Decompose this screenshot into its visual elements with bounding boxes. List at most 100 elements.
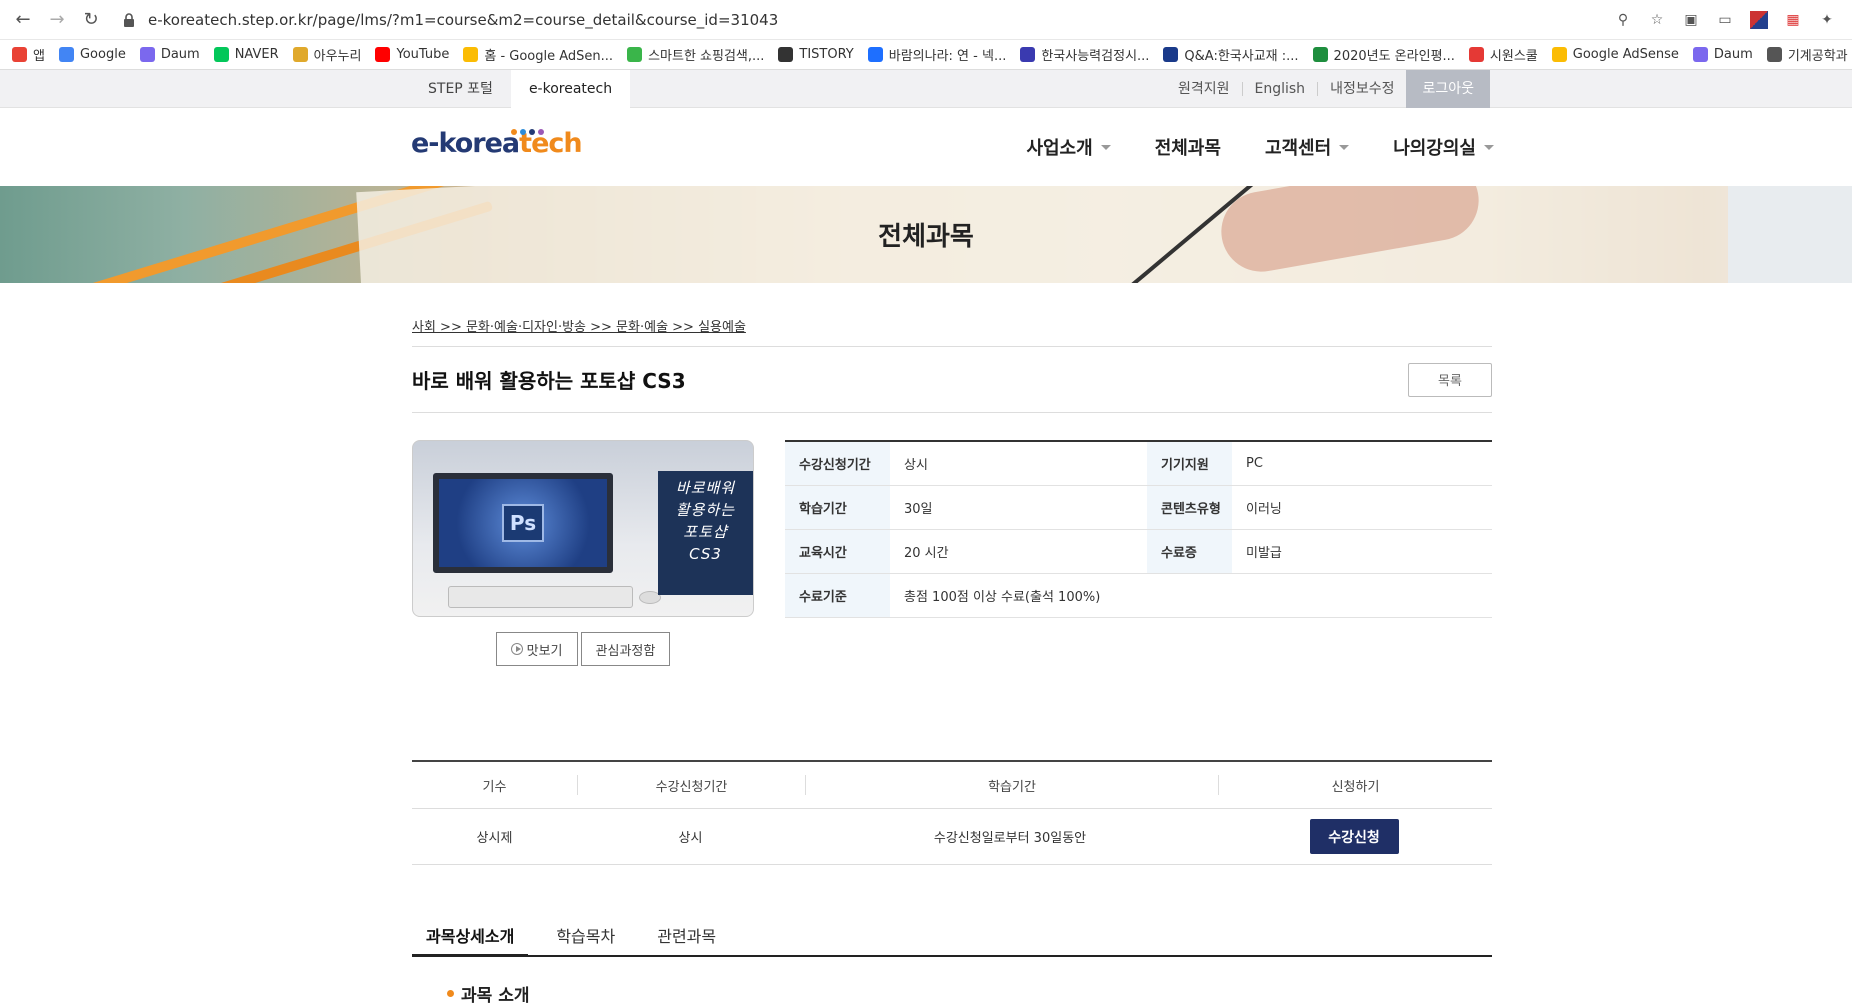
bookmark-label: Google (79, 47, 126, 62)
bookmark-item[interactable]: 기계공학과 (1766, 45, 1848, 64)
bookmark-item[interactable]: 바람의나라: 연 - 넥... (867, 45, 1006, 64)
bookmark-favicon-icon (463, 47, 479, 62)
course-thumbnail: Ps 바로배워 활용하는 포토샵 CS3 (412, 440, 754, 617)
address-bar[interactable]: e-koreatech.step.or.kr/page/lms/?m1=cour… (112, 5, 1614, 35)
nav-all-courses[interactable]: 전체과목 (1155, 134, 1221, 160)
logout-button[interactable]: 로그아웃 (1406, 70, 1490, 108)
tab-course-detail[interactable]: 과목상세소개 (412, 919, 529, 957)
page-banner: 전체과목 (0, 186, 1852, 283)
tab-related-courses[interactable]: 관련과목 (643, 919, 730, 955)
bookmark-item[interactable]: 시원스쿨 (1468, 45, 1538, 64)
study-period-cell: 수강신청일로부터 30일동안 (933, 831, 1087, 846)
bookmark-favicon-icon (12, 47, 27, 62)
bookmark-item[interactable]: 2020년도 온라인평... (1312, 45, 1455, 64)
monitor-image: Ps (433, 473, 613, 573)
apply-button[interactable]: 수강신청 (1309, 819, 1399, 854)
info-value: PC (1246, 456, 1263, 471)
bookmark-label: 한국사능력검정시... (1041, 49, 1150, 64)
bookmark-item[interactable]: YouTube (375, 47, 449, 62)
info-value: 30일 (904, 502, 933, 517)
info-value: 상시 (904, 458, 928, 473)
info-label: 콘텐츠유형 (1147, 486, 1232, 529)
bookmark-label: YouTube (396, 47, 450, 62)
thumbnail-caption-line: 활용하는 (675, 501, 736, 519)
cast-icon[interactable]: ▭ (1716, 11, 1734, 29)
remote-support-link[interactable]: 원격지원 (1166, 82, 1243, 96)
reload-icon[interactable]: ↻ (78, 7, 104, 33)
bookmark-item[interactable]: Daum (1692, 47, 1753, 62)
bookmark-item[interactable]: 스마트한 쇼핑검색,... (627, 45, 764, 64)
column-header: 신청하기 (1331, 779, 1380, 795)
info-value: 20 시간 (904, 546, 949, 561)
thumbnail-caption: 바로배워 활용하는 포토샵 CS3 (658, 471, 753, 595)
logo-dot (511, 129, 517, 135)
bullet-icon (447, 990, 454, 997)
preview-button-label: 맛보기 (526, 643, 563, 659)
bookmark-item[interactable]: TISTORY (778, 47, 854, 62)
bookmark-label: 홈 - Google AdSen... (484, 49, 614, 64)
site-logo[interactable]: e-koreatech (411, 128, 583, 159)
lock-icon (124, 12, 134, 27)
tab-step-portal[interactable]: STEP 포털 (410, 70, 511, 108)
logo-dot (520, 129, 526, 135)
tab-curriculum[interactable]: 학습목차 (542, 919, 629, 955)
bookmark-item[interactable]: Q&A:한국사교재 :... (1163, 45, 1299, 64)
flag-extension-icon[interactable] (1750, 10, 1768, 29)
schedule-table: 기수 수강신청기간 학습기간 신청하기 상시제 상시 수강신청일로부터 30일동… (412, 760, 1492, 865)
photoshop-logo: Ps (502, 504, 544, 542)
bookmark-label: Daum (1713, 47, 1753, 62)
english-link[interactable]: English (1243, 82, 1319, 96)
breadcrumb[interactable]: 사회 >> 문화·예술·디자인·방송 >> 문화·예술 >> 실용예술 (412, 313, 1492, 347)
bookmark-favicon-icon (1551, 47, 1567, 62)
tab-e-koreatech[interactable]: e-koreatech (510, 70, 631, 108)
info-label: 학습기간 (785, 486, 890, 529)
schedule-header-row: 기수 수강신청기간 학습기간 신청하기 (412, 762, 1492, 809)
bookmark-item[interactable]: Google (58, 47, 126, 62)
bookmark-favicon-icon (213, 47, 229, 62)
keyboard-image (448, 586, 633, 608)
bookmark-favicon-icon (375, 47, 391, 62)
bookmark-item[interactable]: Daum (139, 47, 200, 62)
bookmarks-bar: 앱 Google Daum NAVER 아우누리 YouTube 홈 - Google Ad… (0, 40, 1852, 70)
column-header: 학습기간 (988, 779, 1036, 795)
nav-my-classroom[interactable]: 나의강의실 (1393, 134, 1494, 160)
nav-customer-center-label: 고객센터 (1264, 138, 1332, 159)
nav-about[interactable]: 사업소개 (1026, 134, 1111, 160)
bookmark-label: Google AdSense (1572, 47, 1679, 62)
bookmark-item[interactable]: 아우누리 (292, 45, 361, 64)
list-button[interactable]: 목록 (1408, 362, 1492, 397)
bookmark-favicon-icon (1692, 47, 1708, 62)
nav-customer-center[interactable]: 고객센터 (1264, 134, 1350, 160)
bookmark-favicon-icon (867, 47, 883, 62)
bookmark-item[interactable]: 한국사능력검정시... (1020, 45, 1149, 64)
star-icon[interactable]: ☆ (1648, 11, 1666, 29)
course-title: 바로 배워 활용하는 포토샵 CS3 (412, 369, 686, 393)
bookmark-item[interactable]: Google AdSense (1551, 47, 1679, 62)
thumbnail-caption-line: CS3 (689, 545, 722, 563)
nav-about-label: 사업소개 (1026, 138, 1093, 159)
info-value: 이러닝 (1246, 502, 1282, 517)
back-icon[interactable]: ← (10, 7, 36, 33)
bookmark-label: 기계공학과 (1787, 49, 1848, 64)
info-value: 총점 100점 이상 수료(출석 100%) (904, 590, 1101, 605)
edit-profile-link[interactable]: 내정보수정 (1318, 82, 1406, 96)
course-info-table: 수강신청기간 상시 기기지원 PC 학습기간 30일 콘텐츠유형 이러닝 교육시… (785, 440, 1492, 666)
pdf-icon[interactable]: ▦ (1784, 11, 1802, 29)
bookmark-label: Q&A:한국사교재 :... (1184, 49, 1299, 64)
preview-button[interactable]: 맛보기 (495, 632, 578, 666)
bookmark-label: 스마트한 쇼핑검색,... (648, 49, 765, 64)
bookmark-favicon-icon (139, 47, 155, 62)
zoom-icon[interactable]: ⚲ (1614, 11, 1632, 29)
forward-icon[interactable]: → (44, 7, 70, 33)
bookmark-favicon-icon (778, 47, 794, 62)
puzzle-icon[interactable]: ✦ (1818, 11, 1836, 29)
extension-icon[interactable]: ▣ (1682, 11, 1700, 29)
bookmark-item[interactable]: 홈 - Google AdSen... (463, 45, 613, 64)
bookmark-item[interactable]: 앱 (12, 45, 45, 64)
add-interest-button[interactable]: 관심과정함 (580, 632, 671, 666)
section-heading-label: 과목 소개 (461, 986, 530, 1006)
bookmark-item[interactable]: NAVER (213, 47, 279, 62)
logo-dot (538, 129, 544, 135)
column-header: 기수 (482, 779, 507, 795)
info-value: 미발급 (1246, 546, 1282, 561)
